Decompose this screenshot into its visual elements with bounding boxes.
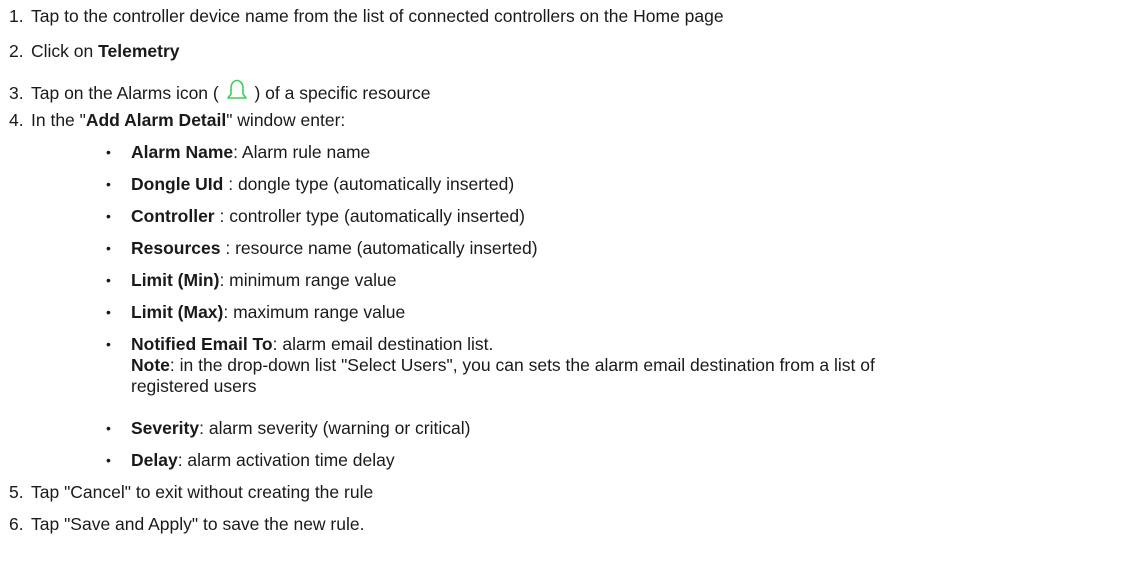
step-text-pre: Tap on the Alarms icon (: [31, 83, 224, 103]
field-label: Severity: [131, 418, 200, 438]
step-text-post: ) of a specific resource: [249, 83, 431, 103]
field-item-delay: • Delay: alarm activation time delay: [106, 450, 395, 471]
field-label: Dongle UId: [131, 174, 224, 194]
bullet-icon: •: [106, 304, 111, 320]
step-number: 5.: [9, 482, 24, 502]
bullet-icon: •: [106, 144, 111, 160]
bullet-icon: •: [106, 272, 111, 288]
bell-icon: [226, 79, 247, 99]
step-6: 6. Tap "Save and Apply" to save the new r…: [9, 514, 364, 535]
step-1: 1. Tap to the controller device name from…: [9, 6, 724, 27]
step-text-post: " window enter:: [226, 110, 346, 130]
field-item-dongle-uid: • Dongle UId : dongle type (automatically…: [106, 174, 514, 195]
field-label: Notified Email To: [131, 334, 273, 354]
field-desc: : alarm activation time delay: [177, 450, 395, 470]
step-text-bold: Telemetry: [98, 41, 180, 61]
bullet-icon: •: [106, 240, 111, 256]
instruction-document: 1. Tap to the controller device name from…: [0, 0, 1136, 569]
note-text: : in the drop-down list "Select Users", …: [169, 355, 875, 375]
field-desc: : maximum range value: [223, 302, 406, 322]
step-text-pre: In the ": [31, 110, 86, 130]
field-desc: : dongle type (automatically inserted): [223, 174, 515, 194]
step-text: Tap "Cancel" to exit without creating th…: [31, 482, 374, 502]
step-2: 2. Click on Telemetry: [9, 41, 180, 62]
step-5: 5. Tap "Cancel" to exit without creating …: [9, 482, 373, 503]
step-text: Tap to the controller device name from t…: [31, 6, 724, 26]
step-text: Tap "Save and Apply" to save the new rul…: [31, 514, 365, 534]
field-item-limit-max: • Limit (Max): maximum range value: [106, 302, 405, 323]
field-item-resources: • Resources : resource name (automaticall…: [106, 238, 538, 259]
step-4: 4. In the "Add Alarm Detail" window enter…: [9, 110, 345, 131]
field-desc: : minimum range value: [219, 270, 397, 290]
field-label: Limit (Min): [131, 270, 220, 290]
field-item-notified-email: • Notified Email To: alarm email destinat…: [106, 334, 875, 397]
note-text-continued: registered users: [131, 376, 257, 396]
bullet-icon: •: [106, 208, 111, 224]
field-desc: : Alarm rule name: [233, 142, 371, 162]
field-desc: : alarm severity (warning or critical): [199, 418, 471, 438]
step-number: 2.: [9, 41, 24, 61]
field-label: Limit (Max): [131, 302, 224, 322]
field-label: Controller: [131, 206, 215, 226]
field-label: Alarm Name: [131, 142, 234, 162]
field-desc: : alarm email destination list.: [272, 334, 494, 354]
bullet-icon: •: [106, 420, 111, 436]
bullet-icon: •: [106, 452, 111, 468]
bullet-icon: •: [106, 176, 111, 192]
step-3: 3. Tap on the Alarms icon ( ) of a specif…: [9, 78, 431, 104]
note-label: Note: [131, 355, 170, 375]
field-item-controller: • Controller : controller type (automatic…: [106, 206, 525, 227]
step-number: 1.: [9, 6, 24, 26]
step-text-pre: Click on: [31, 41, 99, 61]
field-item-limit-min: • Limit (Min): minimum range value: [106, 270, 396, 291]
bullet-icon: •: [106, 336, 111, 352]
field-desc: : controller type (automatically inserte…: [214, 206, 525, 226]
field-label: Delay: [131, 450, 178, 470]
field-desc: : resource name (automatically inserted): [220, 238, 538, 258]
field-item-severity: • Severity: alarm severity (warning or cr…: [106, 418, 470, 439]
field-item-alarm-name: • Alarm Name: Alarm rule name: [106, 142, 370, 163]
step-number: 6.: [9, 514, 24, 534]
step-number: 4.: [9, 110, 24, 130]
step-text-bold: Add Alarm Detail: [85, 110, 227, 130]
step-number: 3.: [9, 83, 24, 103]
field-label: Resources: [131, 238, 221, 258]
